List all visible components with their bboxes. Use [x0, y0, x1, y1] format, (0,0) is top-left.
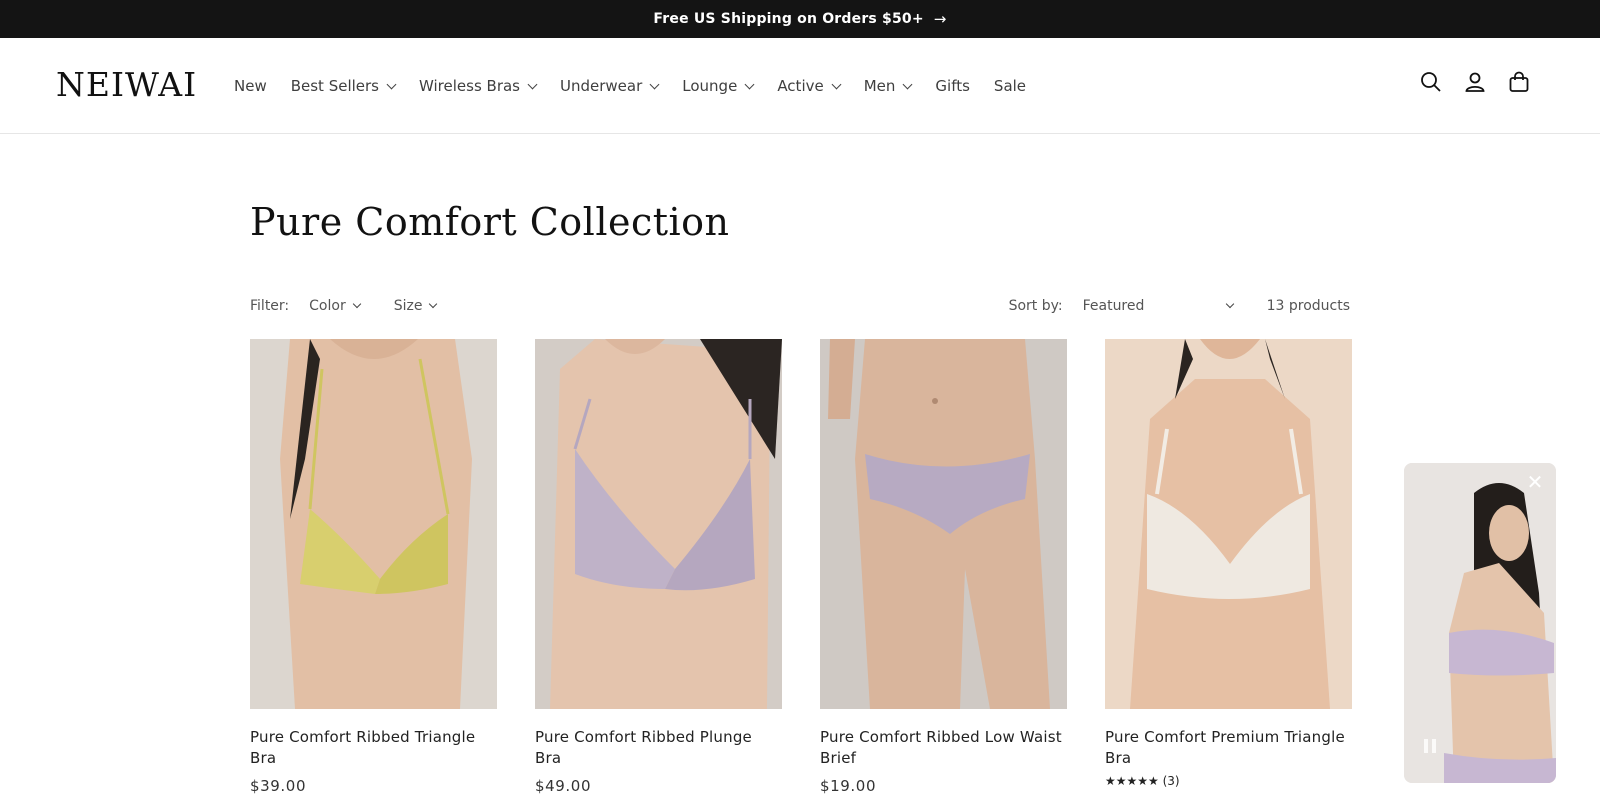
announcement-bar[interactable]: Free US Shipping on Orders $50+ →	[0, 0, 1600, 38]
page-title: Pure Comfort Collection	[250, 200, 730, 244]
nav-item-underwear[interactable]: Underwear	[548, 66, 670, 106]
product-card[interactable]: Pure Comfort Premium Triangle Bra ★★★★★ …	[1105, 339, 1352, 795]
product-price: $49.00	[535, 777, 592, 795]
product-title[interactable]: Pure Comfort Ribbed Triangle Bra	[250, 727, 497, 769]
nav-item-men[interactable]: Men	[852, 66, 924, 106]
nav-item-new[interactable]: New	[222, 66, 279, 106]
filter-group: Filter: Color Size	[250, 298, 470, 314]
filter-label: Filter:	[250, 298, 290, 314]
product-image[interactable]	[1105, 339, 1352, 709]
chevron-down-icon	[429, 299, 438, 309]
search-icon[interactable]	[1420, 71, 1442, 93]
nav-item-lounge[interactable]: Lounge	[670, 66, 765, 106]
header-icons	[1420, 71, 1530, 93]
announcement-text[interactable]: Free US Shipping on Orders $50+	[653, 11, 923, 27]
sort-value: Featured	[1082, 298, 1145, 314]
chevron-down-icon	[649, 79, 660, 89]
sort-select[interactable]: Featured	[1082, 298, 1234, 314]
product-title[interactable]: Pure Comfort Premium Triangle Bra	[1105, 727, 1352, 769]
chevron-down-icon	[386, 79, 397, 89]
account-icon[interactable]	[1464, 71, 1486, 93]
product-card[interactable]: Pure Comfort Ribbed Low Waist Brief $19.…	[820, 339, 1067, 795]
product-price: $19.00	[820, 777, 877, 795]
video-frame	[1404, 463, 1556, 783]
product-image[interactable]	[535, 339, 782, 709]
close-icon[interactable]: ✕	[1524, 471, 1546, 493]
pause-icon[interactable]	[1424, 739, 1438, 753]
product-card[interactable]: Pure Comfort Ribbed Plunge Bra $49.00	[535, 339, 782, 795]
nav-label: Sale	[993, 77, 1027, 95]
video-popup[interactable]: ✕	[1404, 463, 1556, 783]
site-header: NEIWAI New Best Sellers Wireless Bras Un…	[0, 38, 1600, 134]
chevron-down-icon	[744, 79, 755, 89]
main-nav: New Best Sellers Wireless Bras Underwear…	[222, 38, 1038, 134]
chevron-down-icon	[902, 79, 913, 89]
nav-label: Active	[777, 77, 824, 95]
nav-label: New	[234, 77, 267, 95]
nav-item-active[interactable]: Active	[765, 66, 851, 106]
nav-item-sale[interactable]: Sale	[982, 66, 1038, 106]
filter-color-label: Color	[309, 298, 346, 314]
filter-color-dropdown[interactable]: Color	[309, 298, 361, 314]
chevron-down-icon	[352, 299, 361, 309]
product-grid: Pure Comfort Ribbed Triangle Bra $39.00 …	[250, 339, 1352, 795]
nav-label: Lounge	[682, 77, 738, 95]
nav-label: Wireless Bras	[419, 77, 520, 95]
product-title[interactable]: Pure Comfort Ribbed Plunge Bra	[535, 727, 782, 769]
nav-item-best-sellers[interactable]: Best Sellers	[279, 66, 407, 106]
chevron-down-icon	[1225, 299, 1234, 309]
nav-item-wireless-bras[interactable]: Wireless Bras	[407, 66, 548, 106]
cart-icon[interactable]	[1508, 71, 1530, 93]
chevron-down-icon	[527, 79, 538, 89]
nav-item-gifts[interactable]: Gifts	[923, 66, 982, 106]
product-rating[interactable]: ★★★★★ (3)	[1105, 774, 1352, 788]
sort-group: Sort by: Featured 13 products	[1009, 298, 1350, 314]
nav-label: Underwear	[560, 77, 643, 95]
filter-size-dropdown[interactable]: Size	[393, 298, 438, 314]
chevron-down-icon	[831, 79, 842, 89]
nav-label: Gifts	[935, 77, 970, 95]
product-title[interactable]: Pure Comfort Ribbed Low Waist Brief	[820, 727, 1067, 769]
sort-label: Sort by:	[1008, 298, 1063, 314]
product-card[interactable]: Pure Comfort Ribbed Triangle Bra $39.00	[250, 339, 497, 795]
product-image[interactable]	[820, 339, 1067, 709]
arrow-right-icon: →	[933, 10, 947, 28]
nav-label: Men	[863, 77, 896, 95]
nav-label: Best Sellers	[290, 77, 379, 95]
product-price: $39.00	[250, 777, 307, 795]
filter-bar: Filter: Color Size Sort by: Featured 13 …	[250, 298, 1350, 320]
logo[interactable]: NEIWAI	[56, 68, 197, 101]
product-image[interactable]	[250, 339, 497, 709]
filter-size-label: Size	[393, 298, 423, 314]
product-count: 13 products	[1266, 298, 1350, 314]
